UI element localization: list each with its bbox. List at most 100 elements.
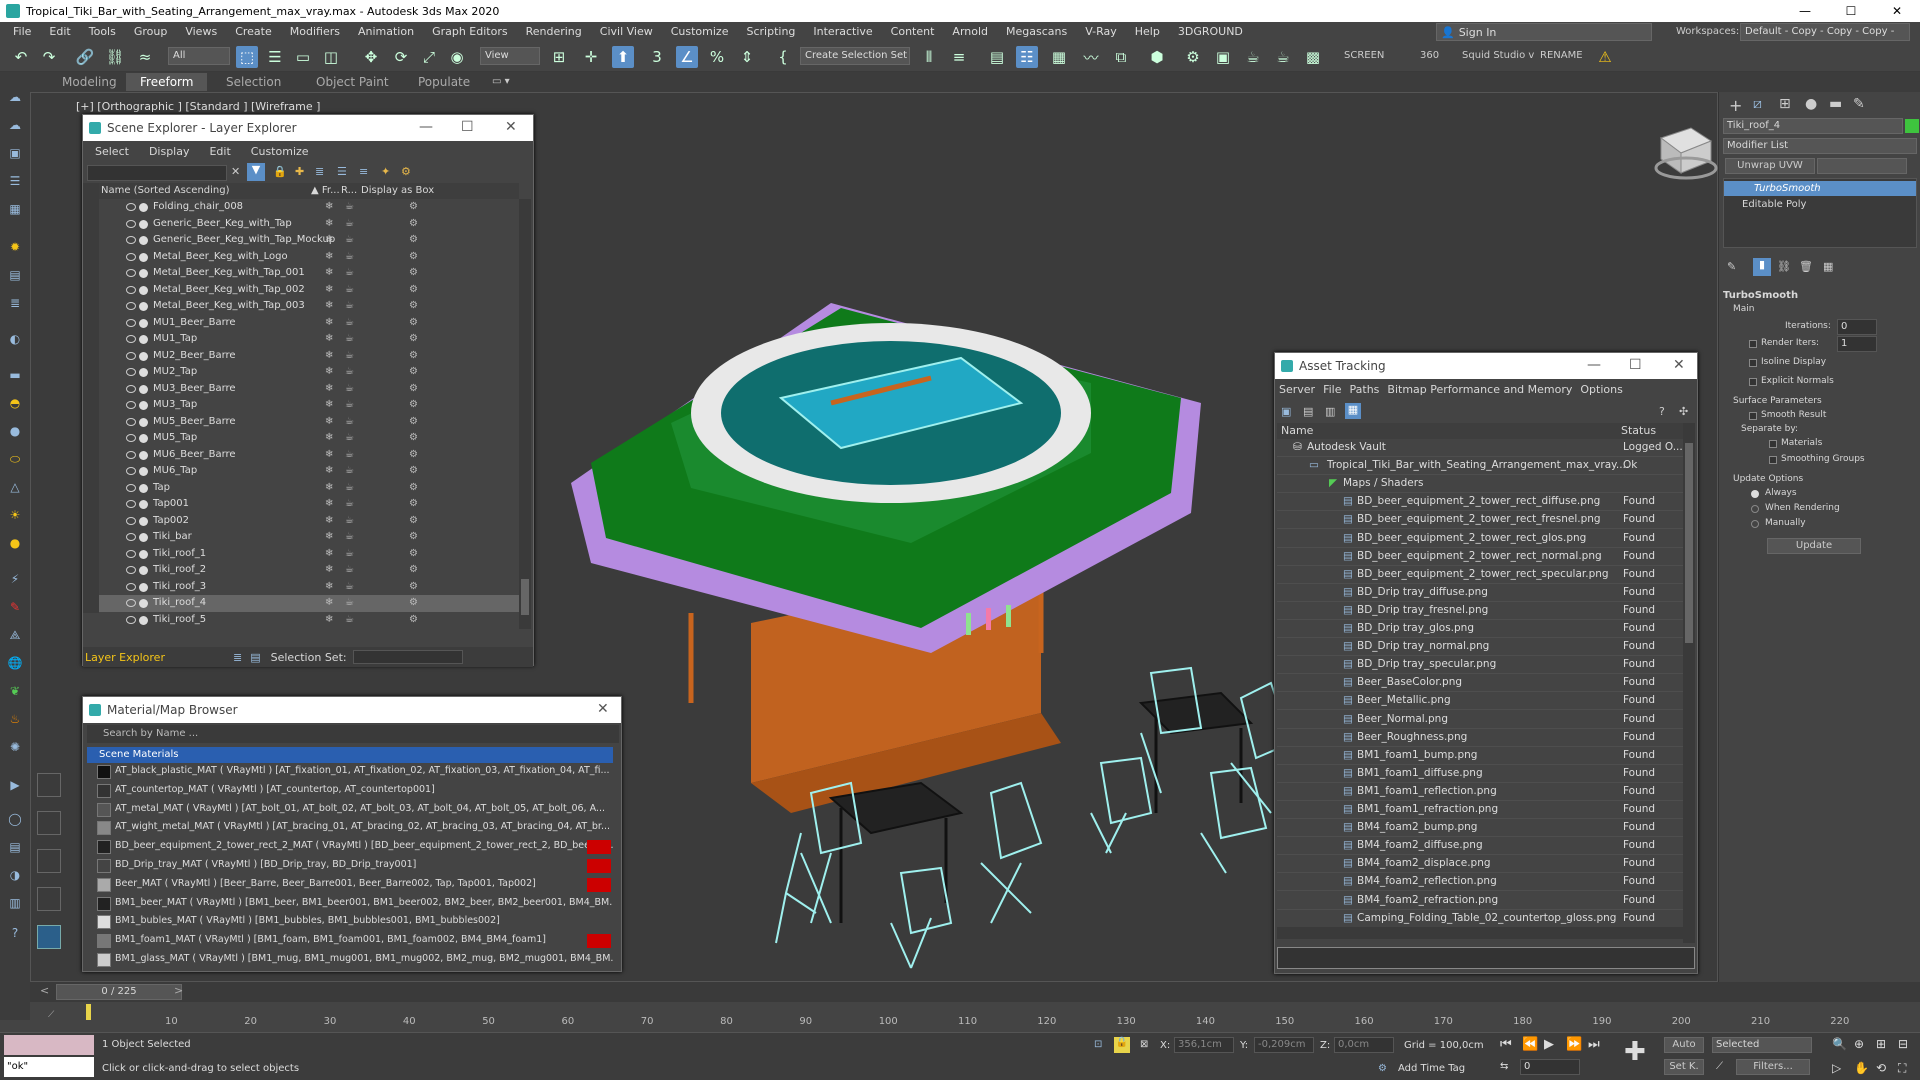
freeze-icon[interactable]: ❄: [325, 364, 333, 380]
layer-stack-icon[interactable]: ≣: [315, 165, 324, 178]
prev-key-icon[interactable]: ⏪: [1522, 1037, 1538, 1052]
display-as-box-icon[interactable]: ⚙: [409, 595, 418, 611]
maxscript-output[interactable]: "ok": [4, 1057, 94, 1077]
renderable-icon[interactable]: ☕: [345, 364, 354, 380]
scene-explorer-row[interactable]: MU2_Tap ❄ ☕ ⚙: [99, 364, 519, 381]
renderable-icon[interactable]: ☕: [345, 265, 354, 281]
update-button[interactable]: Update: [1767, 538, 1861, 554]
scene-explorer-row[interactable]: MU3_Tap ❄ ☕ ⚙: [99, 397, 519, 414]
select-object-icon[interactable]: ⬚: [236, 46, 258, 68]
unlink-icon[interactable]: ⛓: [104, 46, 126, 68]
layer-toggle-icon[interactable]: ≣: [233, 651, 242, 664]
display-as-box-icon[interactable]: ⚙: [409, 463, 418, 479]
freeze-icon[interactable]: ❄: [325, 496, 333, 512]
scene-explorer-row[interactable]: MU5_Tap ❄ ☕ ⚙: [99, 430, 519, 447]
filter-icon[interactable]: ▼: [247, 163, 265, 181]
orbit-icon[interactable]: ⟲: [1876, 1061, 1886, 1075]
display-as-box-icon[interactable]: ⚙: [409, 331, 418, 347]
scene-explorer-row[interactable]: Metal_Beer_Keg_with_Tap_002 ❄ ☕ ⚙: [99, 282, 519, 299]
menu-animation[interactable]: Animation: [349, 22, 423, 42]
scene-explorer-row[interactable]: Tiki_roof_4 ❄ ☕ ⚙: [99, 595, 519, 612]
display-as-box-icon[interactable]: ⚙: [409, 397, 418, 413]
stack2-icon[interactable]: ▥: [6, 894, 24, 912]
display-as-box-icon[interactable]: ⚙: [409, 529, 418, 545]
display-as-box-icon[interactable]: ⚙: [409, 315, 418, 331]
selection-filter-dropdown[interactable]: All: [168, 47, 230, 65]
scene-materials-group[interactable]: Scene Materials: [87, 747, 613, 763]
light-icon[interactable]: ✹: [6, 238, 24, 256]
scene-explorer-row[interactable]: Generic_Beer_Keg_with_Tap ❄ ☕ ⚙: [99, 216, 519, 233]
asset-row[interactable]: ▤ BD_Drip tray_glos.png Found: [1277, 620, 1683, 638]
scene-explorer-row[interactable]: Tap ❄ ☕ ⚙: [99, 480, 519, 497]
freeze-icon[interactable]: ❄: [325, 529, 333, 545]
layer-list-icon[interactable]: ☰: [337, 165, 347, 178]
menu-customize[interactable]: Customize: [241, 145, 319, 158]
ribbon-toggle-icon[interactable]: ▦: [1048, 46, 1070, 68]
scene-explorer-row[interactable]: Tiki_roof_3 ❄ ☕ ⚙: [99, 579, 519, 596]
scene-explorer-row[interactable]: MU1_Beer_Barre ❄ ☕ ⚙: [99, 315, 519, 332]
ribbon-options-icon[interactable]: ▭ ▾: [492, 73, 510, 91]
modifier-list-dropdown[interactable]: Modifier List: [1723, 138, 1917, 154]
always-radio[interactable]: [1751, 490, 1759, 498]
scene-explorer-row[interactable]: MU1_Tap ❄ ☕ ⚙: [99, 331, 519, 348]
select-manipulate-icon[interactable]: ✛: [580, 46, 602, 68]
absolute-mode-icon[interactable]: ⊠: [1140, 1039, 1148, 1050]
asset-maps-row[interactable]: ◤ Maps / Shaders: [1277, 475, 1683, 494]
material-row[interactable]: AT_black_plastic_MAT ( VRayMtl ) [AT_fix…: [87, 763, 613, 781]
display-as-box-icon[interactable]: ⚙: [409, 364, 418, 380]
material-row[interactable]: AT_countertop_MAT ( VRayMtl ) [AT_counte…: [87, 782, 613, 800]
when-rendering-radio[interactable]: [1751, 505, 1759, 513]
render-iters-spinner[interactable]: 1: [1837, 336, 1877, 352]
next-key-icon[interactable]: ⏩: [1566, 1037, 1582, 1052]
scroll-thumb[interactable]: [521, 579, 529, 615]
set-key-button[interactable]: Set K.: [1664, 1059, 1704, 1075]
percent-snap-icon[interactable]: %: [706, 46, 728, 68]
empty-modifier-button[interactable]: [1817, 158, 1907, 174]
visibility-eye-icon[interactable]: [126, 450, 136, 459]
renderable-icon[interactable]: ☕: [345, 414, 354, 430]
key-mode-icon[interactable]: ⇆: [1500, 1061, 1508, 1072]
material-row[interactable]: BM1_beer_MAT ( VRayMtl ) [BM1_beer, BM1_…: [87, 895, 613, 913]
freeze-icon[interactable]: ❄: [325, 480, 333, 496]
asset-row[interactable]: ▤ BM1_foam1_diffuse.png Found: [1277, 765, 1683, 783]
display-as-box-icon[interactable]: ⚙: [409, 612, 418, 628]
visibility-eye-icon[interactable]: [126, 483, 136, 492]
scene-explorer-row[interactable]: Metal_Beer_Keg_with_Tap_003 ❄ ☕ ⚙: [99, 298, 519, 315]
visibility-eye-icon[interactable]: [126, 467, 136, 475]
freeze-icon[interactable]: ❄: [325, 414, 333, 430]
set-key-icon[interactable]: ✚: [1624, 1037, 1646, 1067]
renderable-icon[interactable]: ☕: [345, 199, 354, 215]
col-status-header[interactable]: Status: [1621, 423, 1656, 439]
visibility-eye-icon[interactable]: [126, 368, 136, 376]
visibility-eye-icon[interactable]: [126, 335, 136, 343]
link-icon[interactable]: 🔗: [74, 46, 96, 68]
menu-group[interactable]: Group: [125, 22, 177, 42]
current-frame-field[interactable]: 0: [1520, 1059, 1580, 1075]
new-layer-icon[interactable]: ✚: [295, 165, 304, 178]
layer-explorer-icon[interactable]: ☷: [1016, 46, 1038, 68]
menu-options[interactable]: Options: [1576, 383, 1626, 396]
selection-lock-icon[interactable]: 🔒: [1114, 1037, 1130, 1053]
menu-create[interactable]: Create: [226, 22, 281, 42]
fur-icon[interactable]: ✎: [6, 598, 24, 616]
asset-row[interactable]: ▤ Beer_BaseColor.png Found: [1277, 674, 1683, 693]
named-selection-icon[interactable]: {: [772, 46, 794, 68]
tab-modeling[interactable]: Modeling: [62, 73, 117, 91]
renderable-icon[interactable]: ☕: [345, 232, 354, 248]
globe-icon[interactable]: 🌐: [6, 654, 24, 672]
motion-tab-icon[interactable]: ●: [1805, 96, 1817, 112]
material-search-input[interactable]: Search by Name ...: [87, 725, 619, 743]
object-color-swatch[interactable]: [1905, 119, 1919, 133]
visibility-eye-icon[interactable]: [126, 269, 136, 277]
renderable-icon[interactable]: ☕: [345, 298, 354, 314]
z-coord-field[interactable]: 0,0cm: [1334, 1037, 1394, 1053]
helper-icon[interactable]: ▤: [6, 266, 24, 284]
scene-explorer-row[interactable]: Tiki_bar ❄ ☕ ⚙: [99, 529, 519, 546]
scene-explorer-row[interactable]: Tiki_roof_1 ❄ ☕ ⚙: [99, 546, 519, 563]
material-browser-titlebar[interactable]: Material/Map Browser ✕: [83, 697, 621, 723]
object-name-field[interactable]: Tiki_roof_4: [1723, 118, 1903, 134]
track-bar[interactable]: ⟋ 10 20 30 40 50 60 70 80 90 100 110 120 130 140 150 16…: [30, 1002, 1920, 1032]
asset-vault-row[interactable]: ⛁ Autodesk Vault Logged O...: [1277, 439, 1683, 457]
asset-row[interactable]: ▤ BD_Drip tray_normal.png Found: [1277, 638, 1683, 657]
align-icon[interactable]: ≡: [948, 46, 970, 68]
